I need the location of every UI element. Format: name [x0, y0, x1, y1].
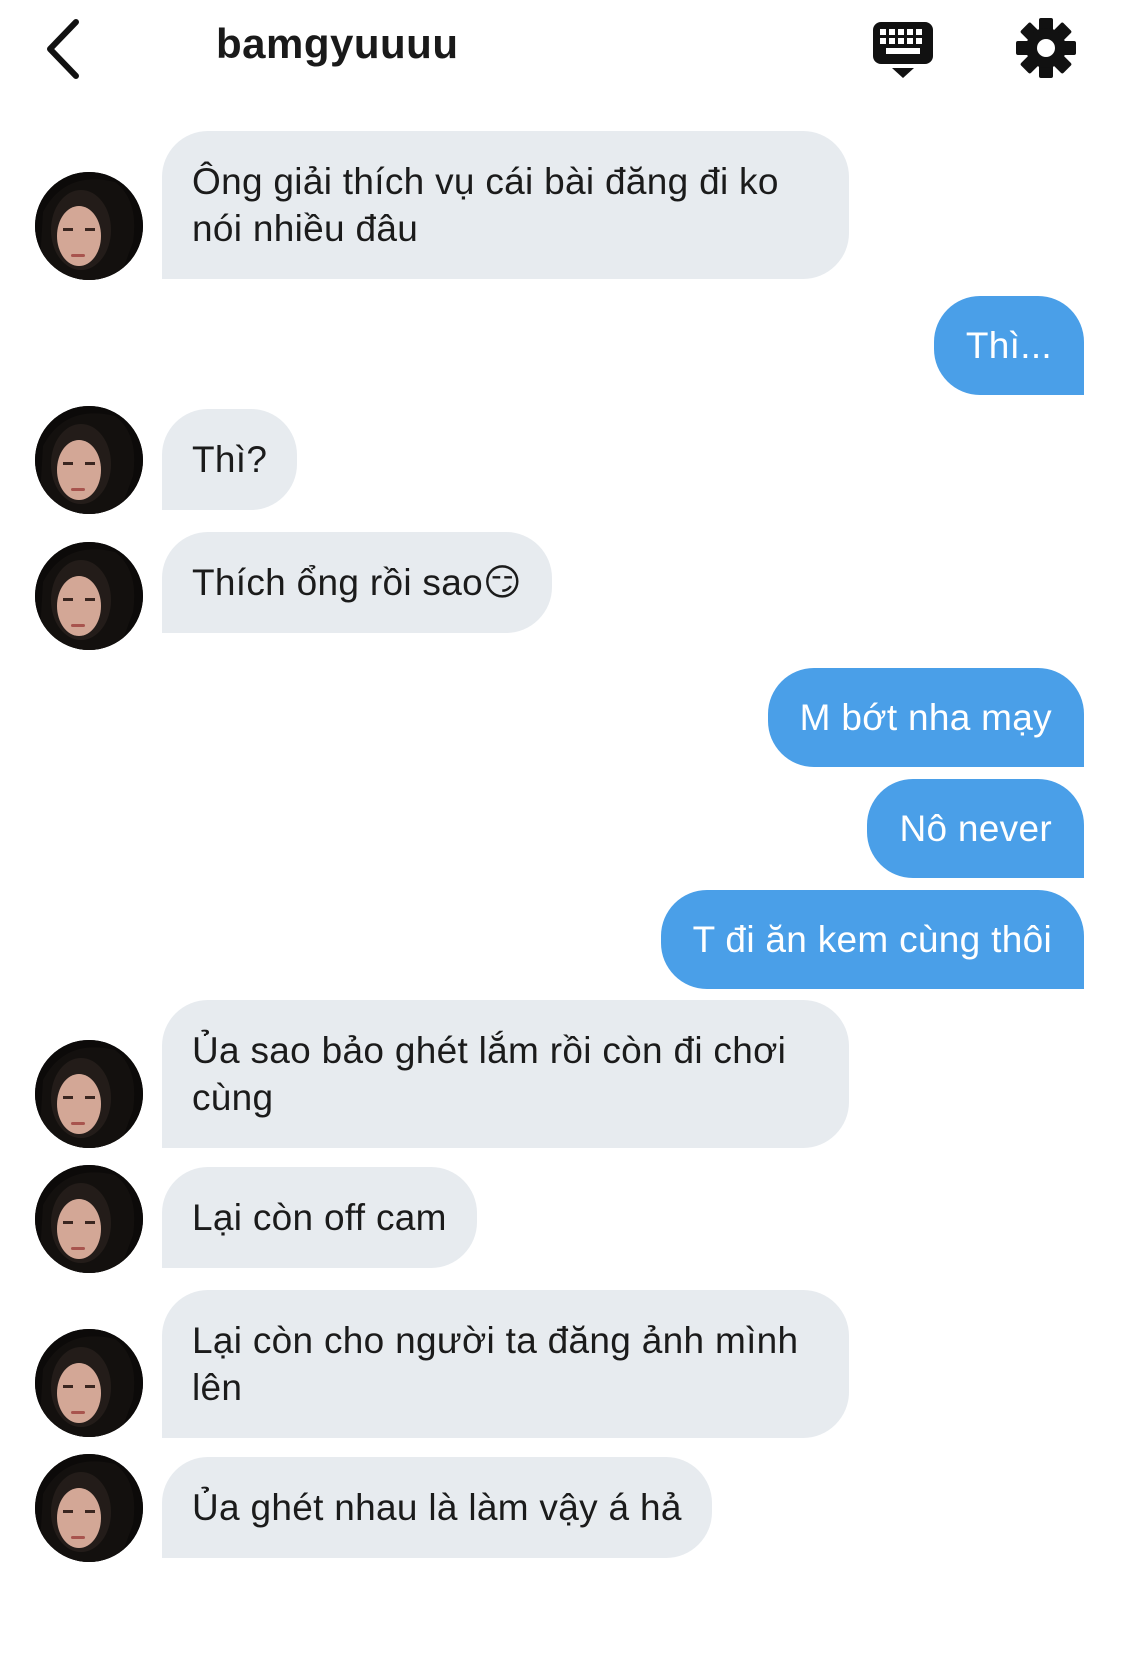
keyboard-icon — [873, 22, 933, 78]
message-bubble-incoming: Lại còn cho người ta đăng ảnh mình lên — [162, 1290, 849, 1438]
profile-photo — [35, 1329, 143, 1437]
profile-photo — [35, 542, 143, 650]
message-bubble-incoming: Thích ổng rồi sao😏 — [162, 532, 552, 633]
message-bubble-incoming: Ủa sao bảo ghét lắm rồi còn đi chơi cùng — [162, 1000, 849, 1148]
avatar[interactable] — [35, 1165, 143, 1273]
avatar[interactable] — [35, 542, 143, 650]
profile-photo — [35, 172, 143, 280]
keyboard-button[interactable] — [870, 18, 936, 84]
chat-title: bamgyuuuu — [216, 20, 459, 67]
profile-photo — [35, 1165, 143, 1273]
avatar[interactable] — [35, 1454, 143, 1562]
profile-photo — [35, 1454, 143, 1562]
settings-button[interactable] — [1014, 16, 1078, 80]
back-button[interactable] — [38, 14, 94, 84]
message-bubble-outgoing: Nô never — [867, 779, 1084, 878]
message-bubble-incoming: Lại còn off cam — [162, 1167, 477, 1268]
message-bubble-outgoing: Thì... — [933, 296, 1084, 395]
message-bubble-incoming: Thì? — [162, 409, 298, 510]
avatar[interactable] — [35, 406, 143, 514]
avatar[interactable] — [35, 1329, 143, 1437]
avatar[interactable] — [35, 1040, 143, 1148]
message-bubble-incoming: Ông giải thích vụ cái bài đăng đi ko nói… — [162, 131, 849, 279]
chevron-left-icon — [47, 19, 79, 79]
gear-icon — [1016, 18, 1076, 78]
message-bubble-outgoing: M bớt nha mạy — [767, 668, 1084, 767]
profile-photo — [35, 1040, 143, 1148]
message-bubble-outgoing: T đi ăn kem cùng thôi — [660, 890, 1084, 989]
avatar[interactable] — [35, 172, 143, 280]
message-bubble-incoming: Ủa ghét nhau là làm vậy á hả — [162, 1457, 712, 1558]
profile-photo — [35, 406, 143, 514]
chat-header: bamgyuuuu — [0, 0, 1125, 100]
